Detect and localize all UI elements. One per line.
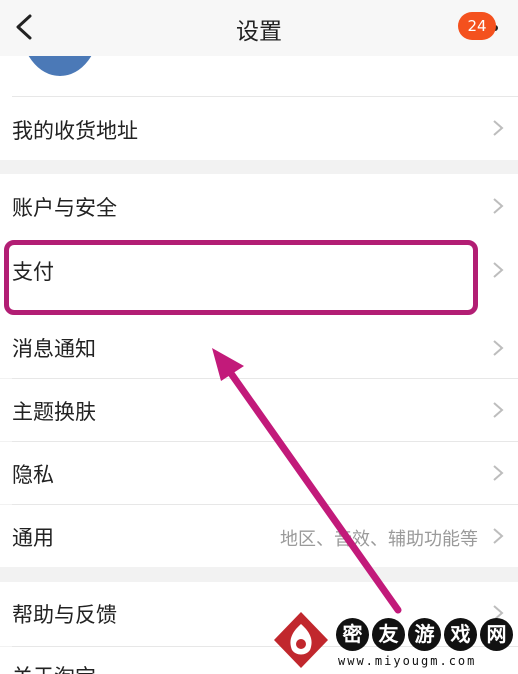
watermark-char: 密 bbox=[336, 618, 369, 651]
row-label: 账户与安全 bbox=[12, 196, 117, 220]
watermark-char: 网 bbox=[480, 618, 513, 651]
row-general[interactable]: 通用 地区、音效、辅助功能等 bbox=[0, 505, 518, 567]
chevron-right-icon bbox=[493, 528, 504, 544]
watermark-char: 友 bbox=[372, 618, 405, 651]
notification-badge: 24 bbox=[458, 12, 496, 40]
chevron-right-icon bbox=[493, 402, 504, 418]
top-bar: 设置 24 bbox=[0, 0, 518, 56]
row-address[interactable]: 我的收货地址 bbox=[0, 97, 518, 159]
highlight-box bbox=[4, 240, 478, 315]
page-title: 设置 bbox=[236, 19, 282, 45]
watermark-char: 戏 bbox=[444, 618, 477, 651]
row-theme[interactable]: 主题换肤 bbox=[0, 379, 518, 441]
row-notify[interactable]: 消息通知 bbox=[0, 318, 518, 378]
watermark: 密 友 游 戏 网 www.miyougm.com bbox=[268, 604, 518, 674]
row-label: 消息通知 bbox=[12, 337, 96, 361]
row-privacy[interactable]: 隐私 bbox=[0, 442, 518, 504]
chevron-right-icon bbox=[493, 465, 504, 481]
row-label: 隐私 bbox=[12, 463, 54, 487]
watermark-url: www.miyougm.com bbox=[338, 654, 477, 668]
row-account[interactable]: 账户与安全 bbox=[0, 174, 518, 238]
watermark-logo-icon bbox=[274, 612, 328, 668]
row-label: 帮助与反馈 bbox=[12, 603, 117, 627]
row-label: 我的收货地址 bbox=[12, 119, 138, 143]
row-label: 通用 bbox=[12, 526, 54, 550]
row-hint: 地区、音效、辅助功能等 bbox=[280, 529, 478, 550]
chevron-right-icon bbox=[493, 340, 504, 356]
watermark-chars: 密 友 游 戏 网 bbox=[336, 618, 513, 651]
chevron-right-icon bbox=[493, 198, 504, 214]
row-label: 主题换肤 bbox=[12, 400, 96, 424]
more-dots-icon[interactable]: 24 bbox=[458, 12, 504, 40]
watermark-char: 游 bbox=[408, 618, 441, 651]
row-label: 关于淘宝 bbox=[12, 661, 96, 674]
chevron-right-icon bbox=[493, 262, 504, 278]
chevron-right-icon bbox=[493, 120, 504, 136]
